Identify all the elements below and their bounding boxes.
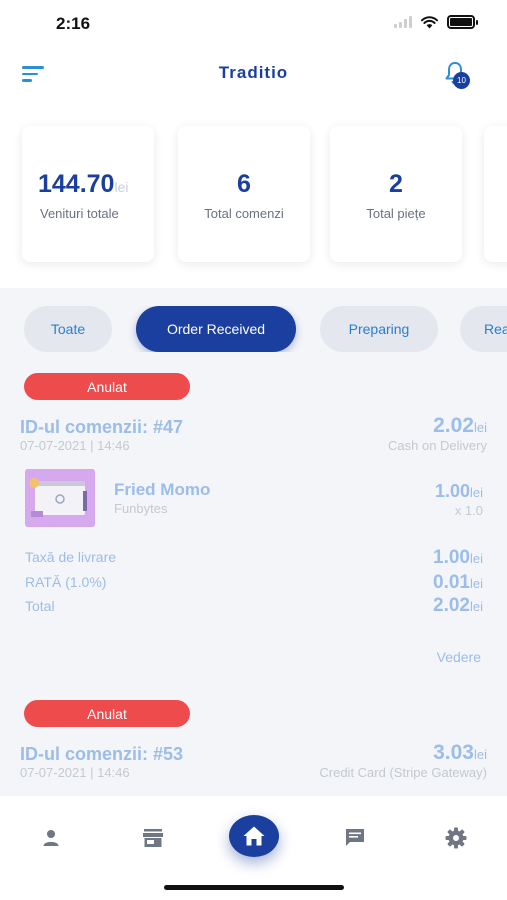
stats-section: 144.70lei Venituri totale 6 Total comenz…: [0, 102, 507, 288]
product-image: [25, 469, 95, 527]
stat-value: 144.70lei: [38, 170, 129, 198]
stat-value: 6: [237, 170, 251, 198]
tax-value: 0.01lei: [433, 572, 483, 593]
filter-chip-ready[interactable]: Rea: [460, 306, 507, 352]
stat-value: 2: [389, 170, 403, 198]
status-badge: Anulat: [24, 700, 190, 727]
stat-label: Total comenzi: [204, 206, 284, 221]
stat-card-markets: 2 Total piețe: [330, 126, 462, 262]
home-indicator: [164, 885, 344, 890]
order-card[interactable]: Anulat ID-ul comenzii: #47 2.02lei 07-07…: [0, 372, 507, 672]
gear-icon: [445, 827, 467, 849]
bottom-nav: [0, 796, 507, 900]
nav-home[interactable]: [229, 815, 279, 857]
total-label: Total: [25, 598, 55, 614]
status-time: 2:16: [56, 14, 91, 33]
total-value: 2.02lei: [433, 595, 483, 616]
product-price: 1.00lei: [434, 481, 483, 501]
home-icon: [243, 826, 265, 846]
filter-chip-all[interactable]: Toate: [24, 306, 112, 352]
status-icons: [394, 15, 478, 29]
stat-label: Total piețe: [366, 206, 426, 221]
product-brand: Funbytes: [114, 501, 168, 516]
stat-label: Venituri totale: [40, 206, 119, 221]
view-order-link[interactable]: Vedere: [437, 649, 481, 665]
signal-icon: [394, 16, 412, 28]
payment-method: Cash on Delivery: [388, 438, 487, 453]
nav-store[interactable]: [139, 826, 167, 850]
nav-settings[interactable]: [442, 826, 470, 850]
status-bar: 2:16: [0, 0, 507, 46]
order-date: 07-07-2021 | 14:46: [20, 438, 130, 453]
page-title: Traditio: [218, 63, 289, 82]
battery-icon: [447, 15, 478, 29]
delivery-fee-label: Taxă de livrare: [25, 549, 117, 565]
order-total: 2.02lei: [433, 414, 487, 437]
order-total: 3.03lei: [433, 741, 487, 764]
filter-chip-order-received[interactable]: Order Received: [136, 306, 296, 352]
stat-card-orders: 6 Total comenzi: [178, 126, 310, 262]
status-filter-bar: Toate Order Received Preparing Rea: [0, 306, 507, 352]
product-name: Fried Momo: [114, 480, 211, 499]
wifi-icon: [421, 15, 438, 28]
order-id: ID-ul comenzii: #47: [20, 417, 184, 437]
order-card[interactable]: Anulat ID-ul comenzii: #53 3.03lei 07-07…: [0, 700, 507, 790]
notification-badge: 10: [453, 72, 470, 89]
order-date: 07-07-2021 | 14:46: [20, 765, 130, 780]
nav-messages[interactable]: [341, 826, 369, 850]
payment-method: Credit Card (Stripe Gateway): [319, 765, 487, 780]
product-quantity: x 1.0: [454, 503, 483, 518]
chat-icon: [346, 829, 364, 846]
filter-chip-preparing[interactable]: Preparing: [320, 306, 438, 352]
delivery-fee-value: 1.00lei: [433, 547, 483, 568]
store-icon: [143, 829, 163, 847]
app-header: Traditio: [0, 46, 507, 102]
stat-card-revenue: 144.70lei Venituri totale: [22, 126, 154, 262]
stat-card-partial: [484, 126, 507, 262]
person-icon: [43, 830, 59, 846]
tax-label: RATĂ (1.0%): [25, 574, 107, 590]
nav-profile[interactable]: [37, 826, 65, 850]
order-id: ID-ul comenzii: #53: [20, 744, 184, 764]
status-badge: Anulat: [24, 373, 190, 400]
